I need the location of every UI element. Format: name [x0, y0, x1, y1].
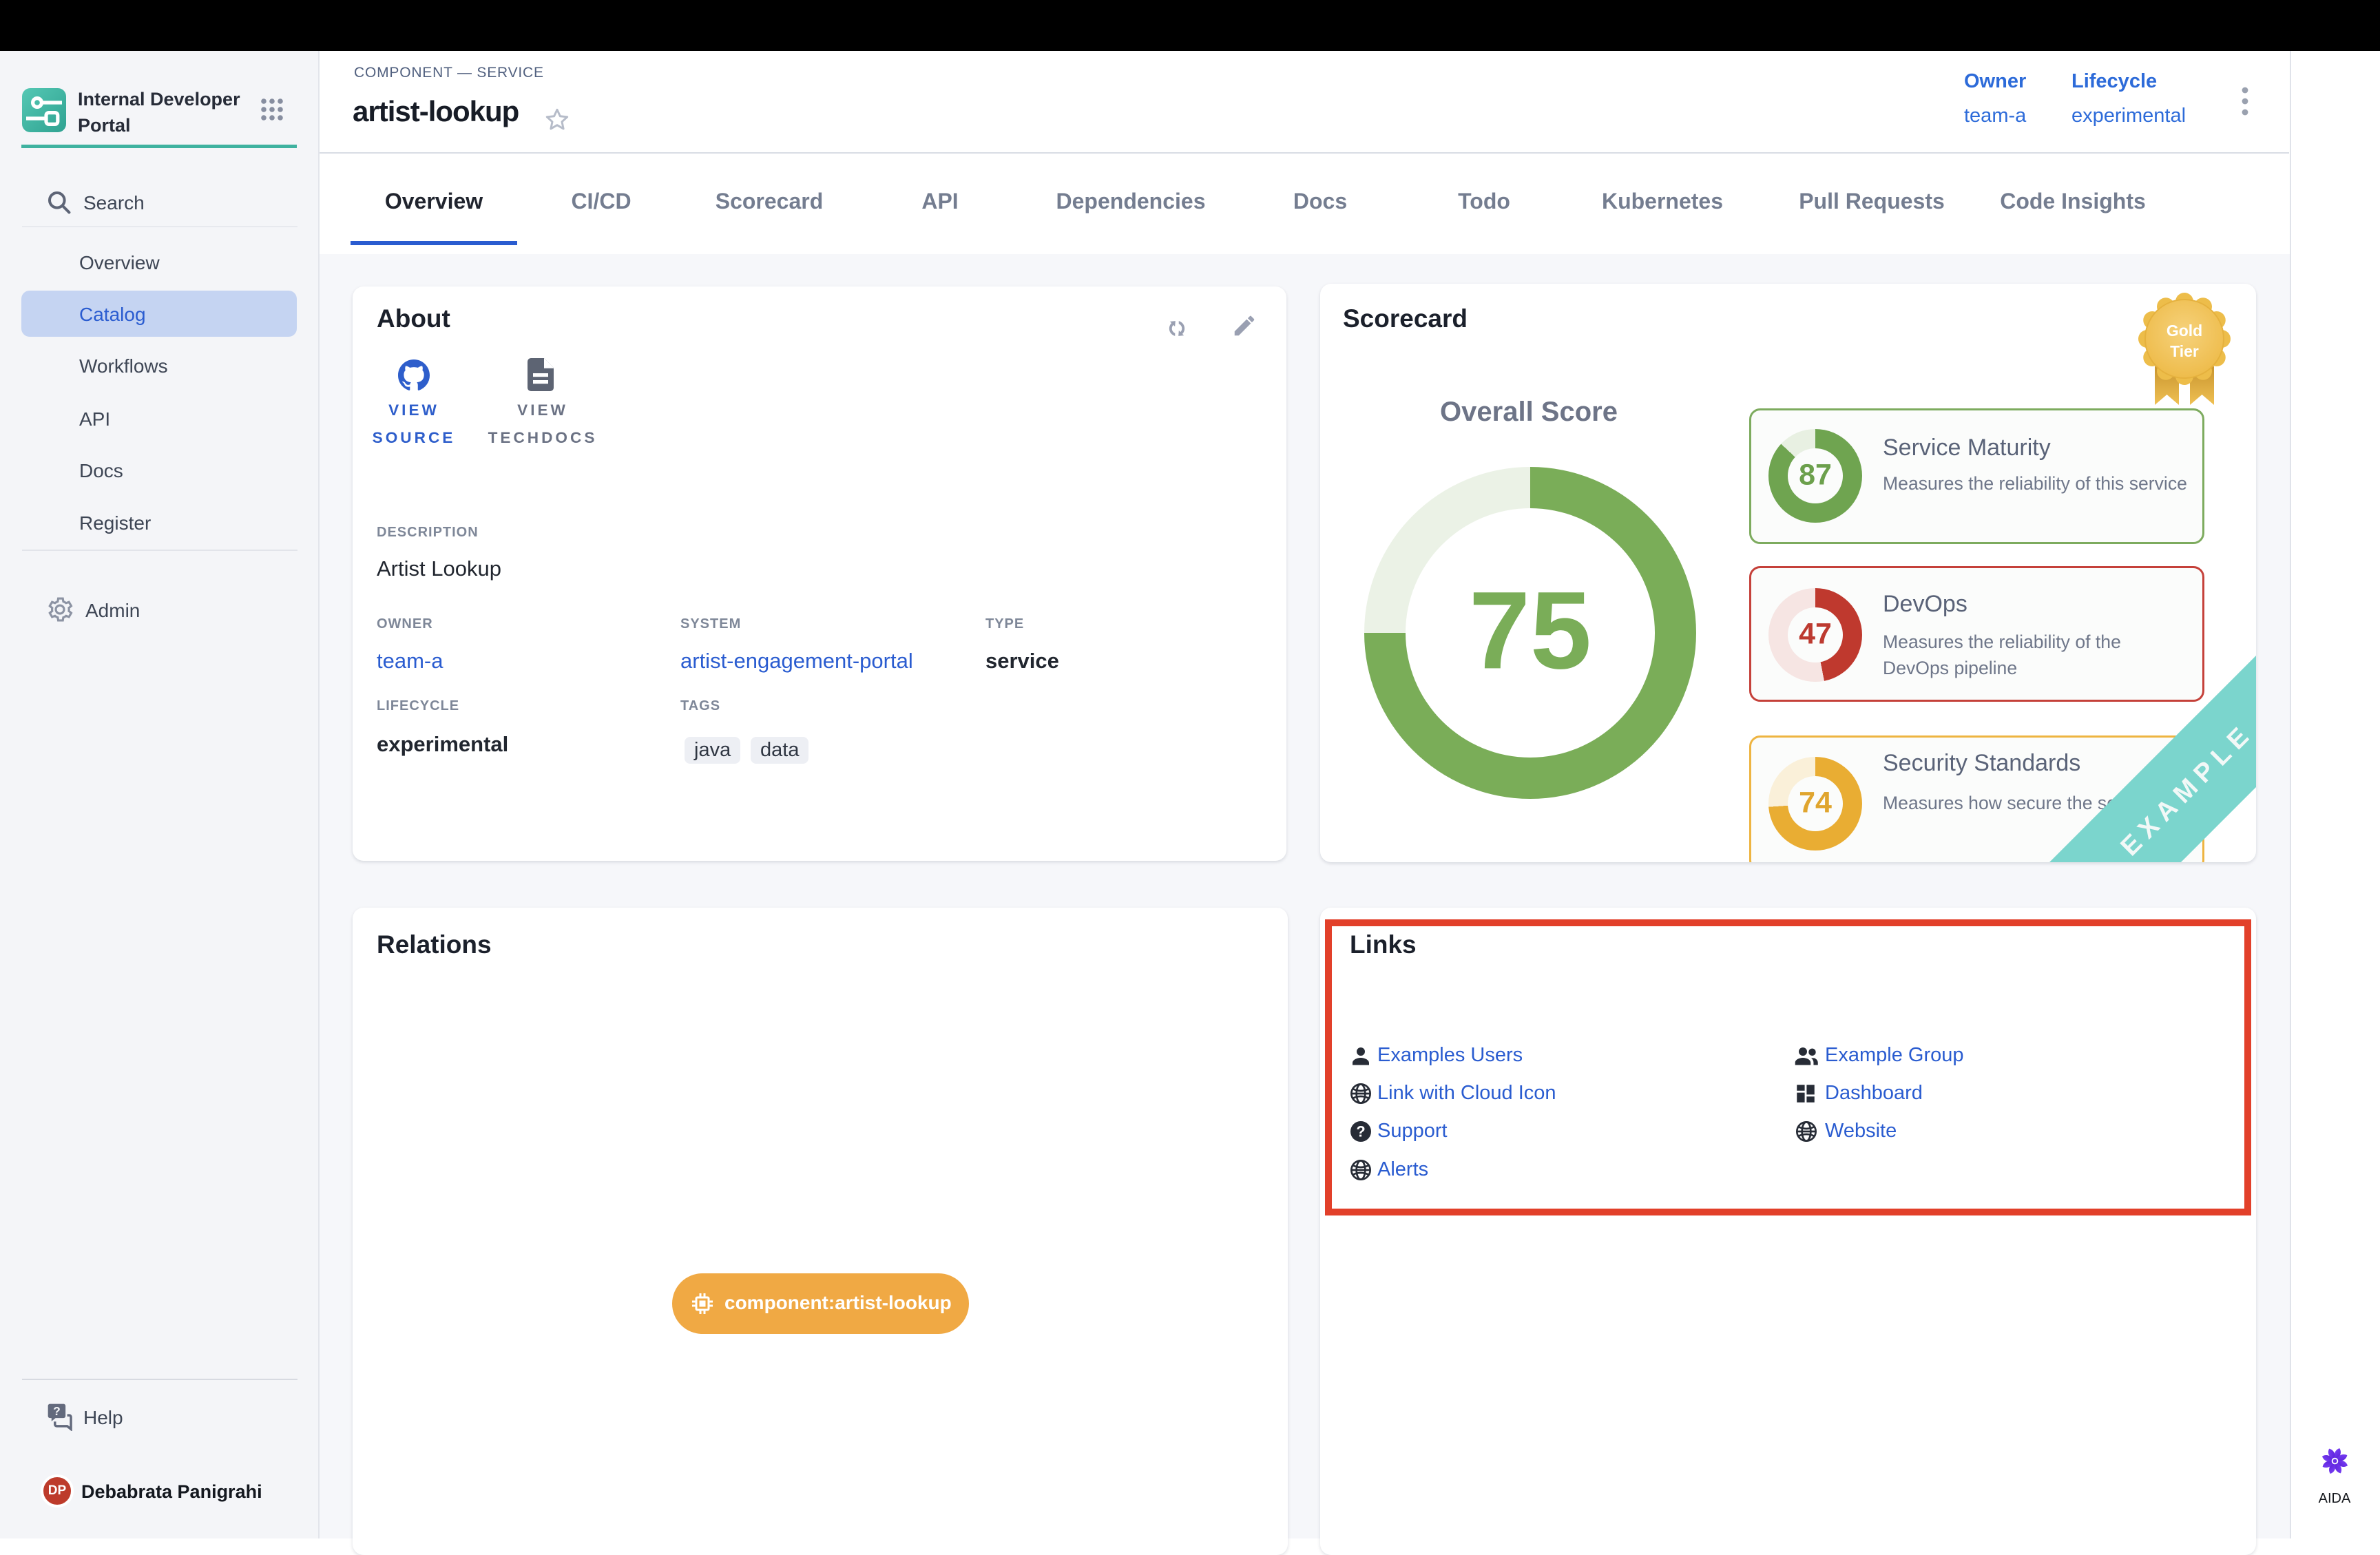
svg-text:?: ?	[1356, 1123, 1365, 1140]
svg-text:Gold: Gold	[2167, 322, 2202, 340]
svg-text:?: ?	[53, 1404, 61, 1418]
svg-text:Tier: Tier	[2170, 342, 2199, 360]
